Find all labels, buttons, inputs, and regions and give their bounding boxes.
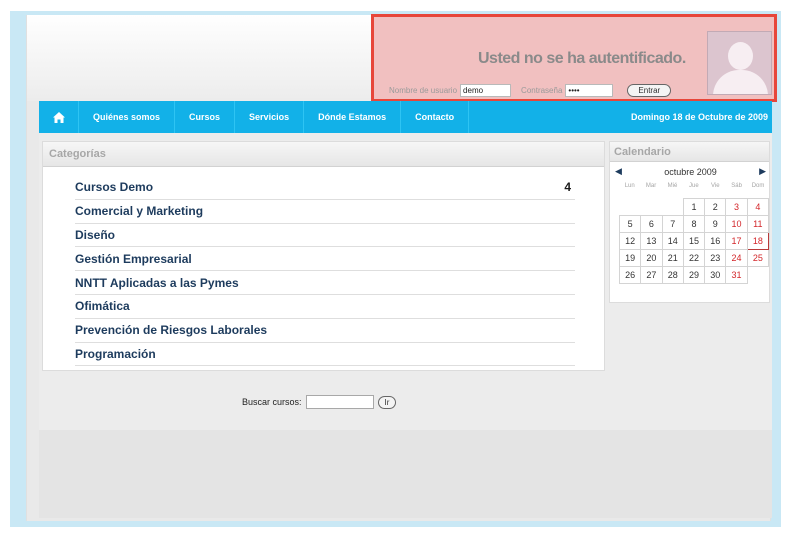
username-label: Nombre de usuario — [389, 86, 458, 95]
footer-area — [39, 430, 772, 518]
main-navbar: Quiénes somos Cursos Servicios Dónde Est… — [39, 101, 772, 133]
calendar-day[interactable]: 8 — [682, 215, 706, 233]
weekday-label: Dom — [751, 183, 765, 189]
categories-list: Cursos Demo 4 Comercial y Marketing Diseñ… — [75, 176, 575, 367]
nav-item-contacto[interactable]: Contacto — [401, 101, 470, 133]
category-item[interactable]: Diseño — [75, 224, 575, 248]
calendar-day[interactable]: 18 — [746, 232, 770, 250]
home-button[interactable] — [39, 101, 79, 133]
password-label: Contraseña — [521, 86, 563, 95]
search-label: Buscar cursos: — [242, 397, 302, 407]
avatar-body — [713, 70, 768, 94]
calendar-empty-cell — [747, 267, 768, 284]
calendar-empty-cell — [641, 199, 662, 216]
course-search: Buscar cursos: Ir — [242, 395, 397, 409]
categories-panel: Categorías Cursos Demo 4 Comercial y Mark… — [42, 141, 605, 371]
login-status-text: Usted no se ha autentificado. — [478, 50, 686, 67]
calendar-day[interactable]: 23 — [704, 249, 727, 267]
calendar-day[interactable]: 3 — [725, 198, 748, 216]
nav-item-servicios[interactable]: Servicios — [235, 101, 305, 133]
password-field[interactable] — [565, 84, 614, 97]
login-panel: Usted no se ha autentificado. Nombre de … — [371, 14, 777, 102]
calendar-day[interactable]: 2 — [704, 198, 727, 216]
search-input[interactable] — [305, 395, 374, 409]
calendar-week: 19 20 21 22 23 24 25 — [618, 249, 770, 267]
category-item[interactable]: Gestión Empresarial — [75, 247, 575, 272]
weekday-label: Vie — [710, 183, 720, 189]
calendar-day[interactable]: 1 — [682, 198, 706, 216]
nav-item-quienes-somos[interactable]: Quiénes somos — [79, 101, 176, 133]
calendar-day[interactable]: 12 — [618, 232, 642, 250]
calendar-day[interactable]: 13 — [640, 232, 663, 250]
calendar-day[interactable]: 29 — [682, 266, 706, 284]
current-date: Domingo 18 de Octubre de 2009 — [630, 112, 768, 122]
calendar-weekdays: Lun Mar Mié Jue Vie Sáb Dom — [619, 183, 769, 189]
calendar-day[interactable]: 19 — [618, 249, 642, 267]
category-label[interactable]: Programación — [75, 347, 156, 361]
calendar-day[interactable]: 16 — [704, 232, 727, 250]
calendar-week: 1234 — [620, 198, 770, 216]
calendar-day[interactable]: 10 — [725, 215, 748, 233]
calendar-day[interactable]: 17 — [725, 232, 748, 250]
category-item[interactable]: Ofimática — [75, 295, 575, 319]
category-label[interactable]: Cursos Demo — [75, 180, 153, 194]
calendar-empty-cell — [662, 199, 683, 216]
calendar-day[interactable]: 26 — [618, 266, 642, 284]
calendar-day[interactable]: 31 — [725, 266, 748, 284]
weekday-label: Mar — [645, 183, 657, 189]
calendar-nav: ◀ octubre 2009 ▶ — [610, 166, 771, 180]
category-label[interactable]: Gestión Empresarial — [75, 252, 192, 266]
calendar-title: Calendario — [610, 142, 769, 162]
category-label[interactable]: Comercial y Marketing — [75, 204, 203, 218]
category-item[interactable]: NNTT Aplicadas a las Pymes — [75, 271, 575, 295]
weekday-label: Jue — [689, 183, 699, 189]
calendar-day[interactable]: 9 — [704, 215, 727, 233]
calendar-day[interactable]: 14 — [661, 232, 684, 250]
calendar-week: 5 6 7 8 9 10 11 — [618, 215, 770, 233]
category-item[interactable]: Prevención de Riesgos Laborales — [75, 319, 575, 343]
nav-item-donde-estamos[interactable]: Dónde Estamos — [304, 101, 402, 133]
search-button[interactable]: Ir — [377, 395, 397, 409]
categories-title: Categorías — [43, 142, 604, 167]
calendar-day[interactable]: 24 — [725, 249, 748, 267]
login-button[interactable]: Entrar — [627, 84, 672, 97]
home-icon — [52, 111, 65, 123]
category-label[interactable]: Diseño — [75, 228, 115, 242]
calendar-day[interactable]: 28 — [661, 266, 684, 284]
avatar — [707, 31, 772, 95]
calendar-panel: Calendario ◀ octubre 2009 ▶ Lun Mar Mié … — [609, 141, 770, 303]
category-label[interactable]: Prevención de Riesgos Laborales — [75, 323, 267, 337]
calendar-grid: 1 2 3 4 5 6 7 8 9 10 11 12 13 14 15 16 17 18 19 20 21 22 23 24 2… — [618, 198, 770, 284]
weekday-label: Mié — [667, 183, 678, 189]
calendar-month: octubre 2009 — [664, 167, 717, 177]
weekday-label: Lun — [624, 183, 635, 189]
calendar-day[interactable]: 4 — [746, 198, 770, 216]
category-count: 4 — [564, 180, 571, 195]
calendar-next-icon[interactable]: ▶ — [759, 166, 766, 177]
category-item[interactable]: Comercial y Marketing — [75, 200, 575, 224]
username-field[interactable] — [460, 84, 512, 97]
category-label[interactable]: NNTT Aplicadas a las Pymes — [75, 276, 239, 290]
calendar-week: 12 13 14 15 16 17 18 — [618, 232, 770, 250]
calendar-day[interactable]: 27 — [640, 266, 663, 284]
category-item[interactable]: Programación — [75, 343, 575, 367]
avatar-head — [728, 42, 753, 70]
calendar-day[interactable]: 21 — [661, 249, 684, 267]
calendar-empty-cell — [620, 199, 641, 216]
calendar-day[interactable]: 30 — [704, 266, 727, 284]
calendar-day[interactable]: 5 — [618, 215, 642, 233]
nav-item-cursos[interactable]: Cursos — [175, 101, 236, 133]
category-label[interactable]: Ofimática — [75, 299, 130, 313]
category-item[interactable]: Cursos Demo 4 — [75, 176, 575, 200]
calendar-day[interactable]: 25 — [746, 249, 770, 267]
weekday-label: Sáb — [731, 183, 742, 189]
calendar-day[interactable]: 15 — [682, 232, 706, 250]
calendar-week: 26 27 28 29 30 31 — [618, 266, 769, 284]
calendar-day[interactable]: 6 — [640, 215, 663, 233]
calendar-day[interactable]: 11 — [746, 215, 770, 233]
calendar-day[interactable]: 20 — [640, 249, 663, 267]
login-form: Nombre de usuario Contraseña Entrar — [389, 84, 672, 97]
calendar-day[interactable]: 7 — [661, 215, 684, 233]
calendar-day[interactable]: 22 — [682, 249, 706, 267]
